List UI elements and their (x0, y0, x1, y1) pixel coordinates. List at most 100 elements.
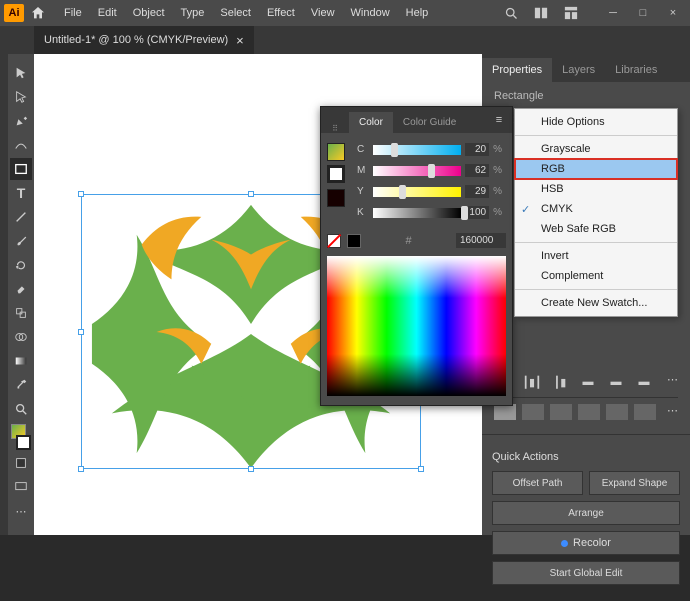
pathfinder-intersect-icon[interactable] (550, 404, 572, 420)
selection-tool[interactable] (10, 62, 32, 84)
menu-window[interactable]: Window (343, 7, 398, 19)
check-icon: ✓ (521, 203, 530, 216)
stroke-swatch-panel[interactable] (327, 165, 345, 183)
menu-object[interactable]: Object (125, 7, 173, 19)
channel-M-label: M (357, 165, 369, 176)
shape-builder-tool[interactable] (10, 326, 32, 348)
channel-C-slider[interactable] (373, 145, 461, 155)
hex-hash-icon: # (405, 235, 411, 247)
channel-Y-slider[interactable] (373, 187, 461, 197)
menu-item-cmyk[interactable]: ✓CMYK (515, 199, 677, 219)
menu-effect[interactable]: Effect (259, 7, 303, 19)
line-tool[interactable] (10, 206, 32, 228)
menu-item-web-safe-rgb[interactable]: Web Safe RGB (515, 219, 677, 239)
more-pathfinder-icon[interactable]: ⋯ (667, 404, 678, 420)
close-tab-icon[interactable]: × (236, 33, 244, 48)
align-icons-row: ▮┃ ┃▮┃ ┃▮ ▬ ▬ ▬ ⋯ (494, 373, 678, 391)
menu-item-complement[interactable]: Complement (515, 266, 677, 286)
screen-mode-icon[interactable] (10, 476, 32, 498)
fill-stroke-swatch[interactable] (10, 424, 32, 450)
direct-selection-tool[interactable] (10, 86, 32, 108)
active-color-swatch[interactable] (327, 189, 345, 207)
align-right-icon[interactable]: ┃▮ (550, 373, 570, 391)
menu-item-create-new-swatch-[interactable]: Create New Swatch... (515, 293, 677, 313)
black-swatch-icon[interactable] (347, 234, 361, 248)
start-global-edit-button[interactable]: Start Global Edit (492, 561, 680, 585)
gradient-tool[interactable] (10, 350, 32, 372)
channel-C-value[interactable]: 20 (465, 143, 489, 156)
align-bottom-icon[interactable]: ▬ (634, 373, 654, 391)
curvature-tool[interactable] (10, 134, 32, 156)
menu-type[interactable]: Type (173, 7, 213, 19)
channel-K-value[interactable]: 100 (465, 206, 489, 219)
pen-tool[interactable] (10, 110, 32, 132)
menu-item-invert[interactable]: Invert (515, 246, 677, 266)
workspace-icon[interactable] (558, 3, 584, 23)
zoom-tool[interactable] (10, 398, 32, 420)
top-menu-bar: Ai FileEditObjectTypeSelectEffectViewWin… (0, 0, 690, 26)
menu-help[interactable]: Help (398, 7, 437, 19)
tab-libraries[interactable]: Libraries (605, 58, 667, 82)
channel-Y-value[interactable]: 29 (465, 185, 489, 198)
hex-input[interactable]: 160000 (456, 233, 506, 248)
align-top-icon[interactable]: ▬ (578, 373, 598, 391)
more-options-icon[interactable]: ⋯ (667, 373, 678, 391)
none-color-icon[interactable] (327, 234, 341, 248)
menu-item-hsb[interactable]: HSB (515, 179, 677, 199)
offset-path-button[interactable]: Offset Path (492, 471, 583, 495)
home-icon[interactable] (28, 3, 48, 23)
edit-toolbar-icon[interactable]: ⋯ (10, 500, 32, 522)
fill-swatch-panel[interactable] (327, 143, 345, 161)
maximize-icon[interactable]: □ (630, 3, 656, 23)
search-icon[interactable] (498, 3, 524, 23)
panel-grip-icon[interactable]: ⠿ (321, 120, 349, 133)
menu-file[interactable]: File (56, 7, 90, 19)
minimize-icon[interactable]: ─ (600, 3, 626, 23)
panel-tabs: Properties Layers Libraries (482, 54, 690, 82)
close-icon[interactable]: × (660, 3, 686, 23)
selection-type-label: Rectangle (494, 90, 678, 102)
channel-C-label: C (357, 144, 369, 155)
panel-collapse-strip-left[interactable] (0, 54, 8, 535)
arrange-docs-icon[interactable] (528, 3, 554, 23)
pathfinder-minus-icon[interactable] (522, 404, 544, 420)
paintbrush-tool[interactable] (10, 230, 32, 252)
align-middle-icon[interactable]: ▬ (606, 373, 626, 391)
menu-view[interactable]: View (303, 7, 343, 19)
color-spectrum[interactable] (327, 256, 506, 396)
eraser-tool[interactable] (10, 278, 32, 300)
channel-M-slider[interactable] (373, 166, 461, 176)
channel-M-value[interactable]: 62 (465, 164, 489, 177)
menu-select[interactable]: Select (212, 7, 259, 19)
pathfinder-exclude-icon[interactable] (578, 404, 600, 420)
tab-properties[interactable]: Properties (482, 58, 552, 82)
menu-item-grayscale[interactable]: Grayscale (515, 139, 677, 159)
menu-item-hide-options[interactable]: Hide Options (515, 112, 677, 132)
color-panel-flyout-menu: Hide Options GrayscaleRGBHSB✓CMYKWeb Safe… (514, 108, 678, 317)
app-logo: Ai (4, 4, 24, 22)
stroke-swatch[interactable] (16, 435, 31, 450)
channel-Y-label: Y (357, 186, 369, 197)
pathfinder-unite-icon[interactable] (494, 404, 516, 420)
document-tab[interactable]: Untitled-1* @ 100 % (CMYK/Preview) × (34, 26, 254, 54)
menu-edit[interactable]: Edit (90, 7, 125, 19)
tab-layers[interactable]: Layers (552, 58, 605, 82)
panel-menu-icon[interactable]: ≡ (490, 111, 508, 129)
expand-shape-button[interactable]: Expand Shape (589, 471, 680, 495)
scale-tool[interactable] (10, 302, 32, 324)
menu-item-rgb[interactable]: RGB (515, 159, 677, 179)
recolor-dot-icon (561, 540, 568, 547)
rectangle-tool[interactable] (10, 158, 32, 180)
draw-mode-icon[interactable] (10, 452, 32, 474)
eyedropper-tool[interactable] (10, 374, 32, 396)
arrange-button[interactable]: Arrange (492, 501, 680, 525)
align-center-h-icon[interactable]: ┃▮┃ (522, 373, 542, 391)
channel-K-label: K (357, 207, 369, 218)
pathfinder-trim-icon[interactable] (634, 404, 656, 420)
tab-color[interactable]: Color (349, 112, 393, 133)
type-tool[interactable]: T (10, 182, 32, 204)
pathfinder-divide-icon[interactable] (606, 404, 628, 420)
tab-color-guide[interactable]: Color Guide (393, 112, 466, 133)
channel-K-slider[interactable] (373, 208, 461, 218)
rotate-tool[interactable] (10, 254, 32, 276)
